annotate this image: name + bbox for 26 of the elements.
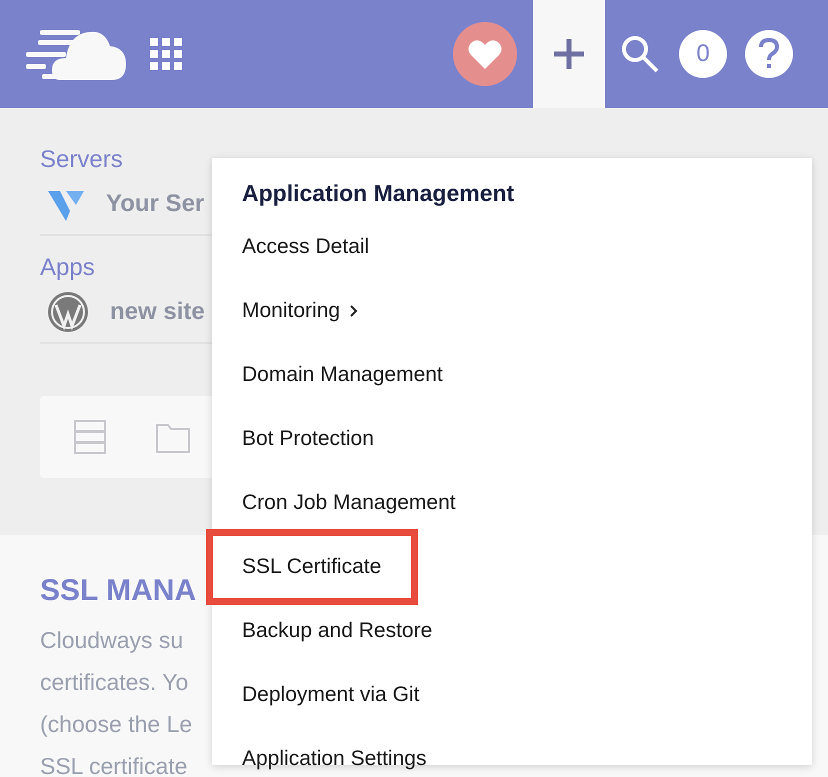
section-title: Servers <box>40 148 124 172</box>
chevron-right-icon <box>350 304 358 316</box>
description-line: (choose the Le <box>40 710 192 739</box>
cloud-logo[interactable] <box>26 28 126 80</box>
section-heading: SSL MANA <box>40 573 198 609</box>
description-line: Cloudways su <box>40 626 184 655</box>
menu-item[interactable]: Bot Protection <box>242 406 374 470</box>
apps-grid-icon[interactable] <box>150 38 183 70</box>
description-line: SSL certificate <box>40 752 188 777</box>
menu-title: Application Management <box>242 179 516 208</box>
help-icon <box>758 38 780 70</box>
section-title: Apps <box>40 256 96 280</box>
description-line: certificates. Yo <box>40 668 188 697</box>
menu-item[interactable]: Deployment via Git <box>242 662 420 726</box>
menu-item[interactable]: Domain Management <box>242 342 443 406</box>
heart-icon <box>468 39 502 69</box>
menu-item[interactable]: Application Settings <box>242 726 426 777</box>
wordpress-icon <box>48 292 88 332</box>
notification-count[interactable]: 0 <box>679 30 727 78</box>
menu-item[interactable]: SSL Certificate <box>206 528 418 604</box>
menu-item[interactable]: Access Detail <box>242 214 370 278</box>
help-button[interactable] <box>745 30 793 78</box>
plus-icon <box>552 37 586 71</box>
menu-item[interactable]: Monitoring <box>242 278 358 342</box>
add-button[interactable] <box>533 0 605 108</box>
search-icon[interactable] <box>621 35 659 73</box>
